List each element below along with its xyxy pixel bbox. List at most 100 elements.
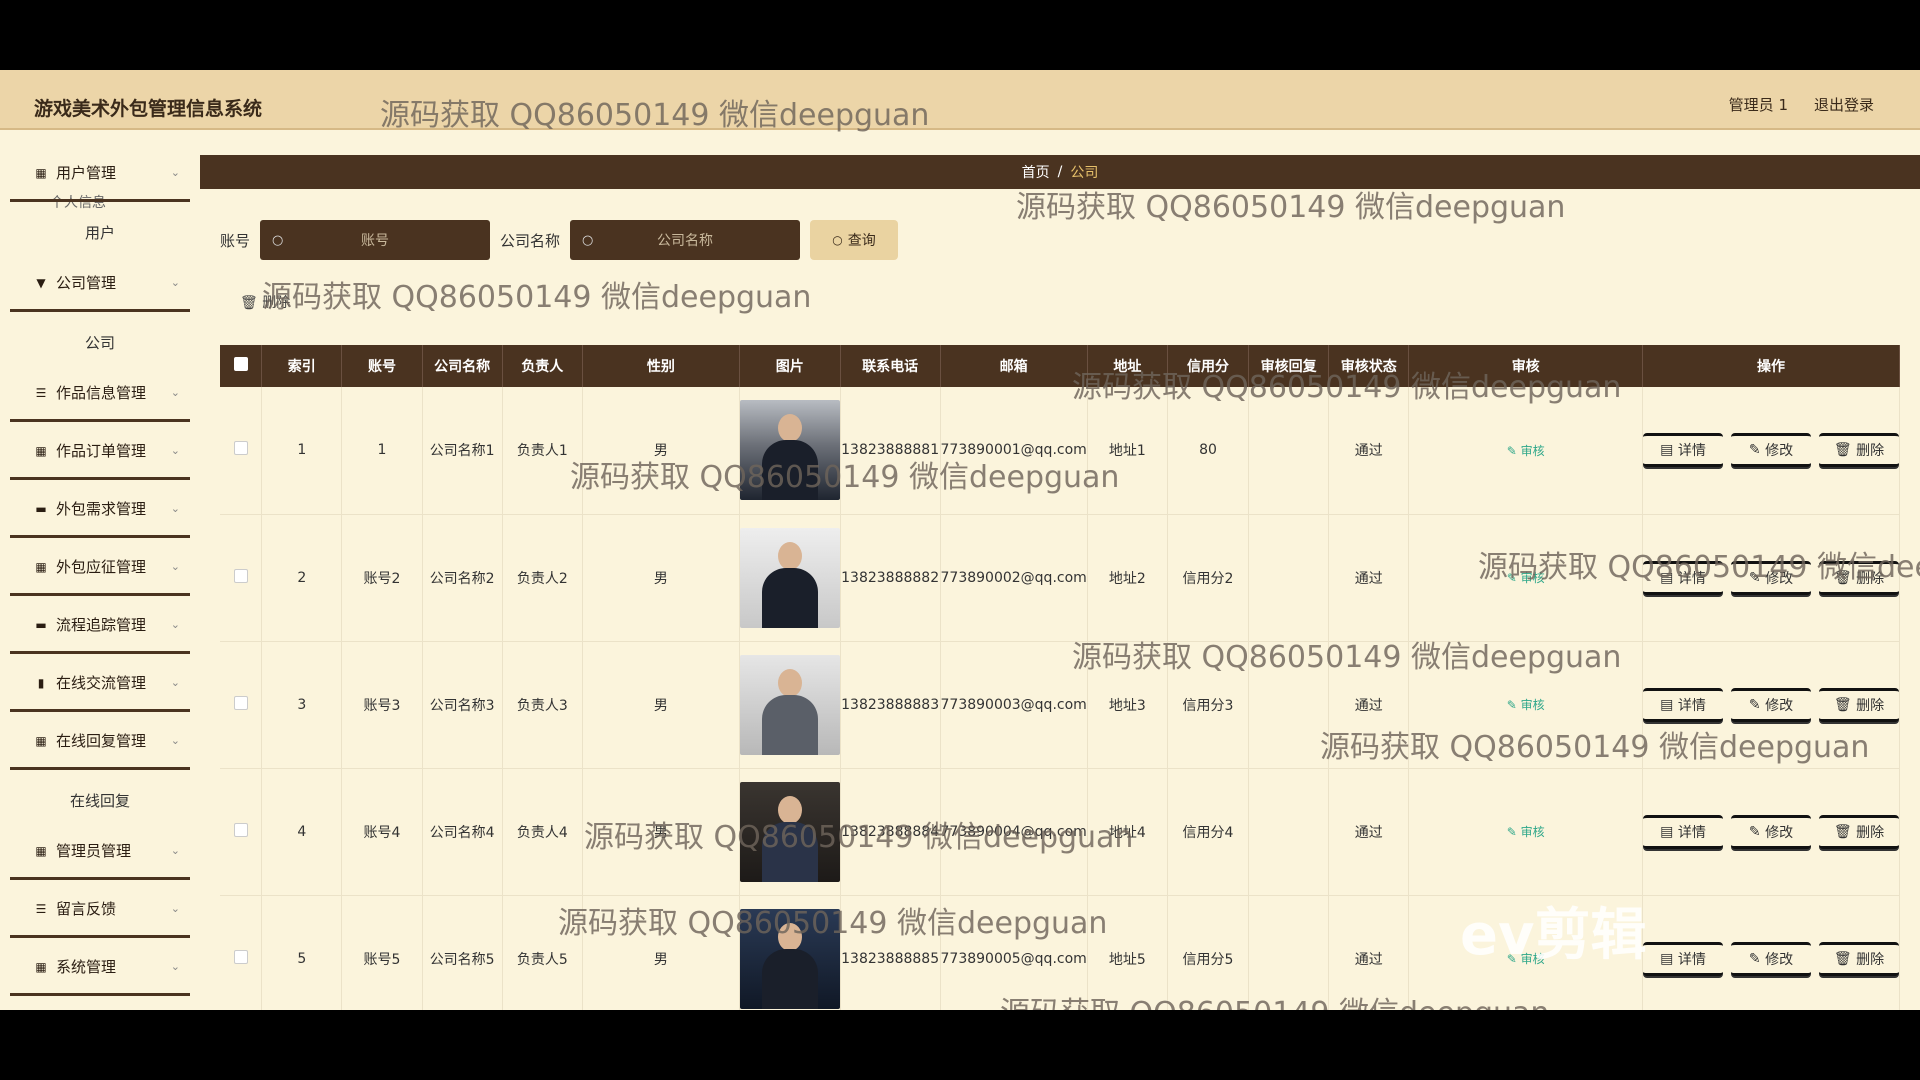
sidebar-subitem[interactable]: 在线回复: [10, 780, 190, 820]
breadcrumb-home[interactable]: 首页: [1022, 162, 1050, 182]
company-label: 公司名称: [500, 231, 561, 250]
edit-button[interactable]: ✎ 修改: [1731, 687, 1811, 722]
search-bar: 账号 ○ 账号 公司名称 ○ 公司名称 ○ 查询: [220, 220, 899, 260]
sidebar-item[interactable]: ☰ 作品信息管理 ⌄: [10, 366, 190, 422]
detail-button[interactable]: ▤ 详情: [1643, 433, 1723, 468]
audit-link[interactable]: ✎ 审核: [1507, 698, 1545, 712]
row-select-cell[interactable]: [220, 387, 263, 515]
top-bar: 游戏美术外包管理信息系统 管理员 1 退出登录: [0, 70, 1920, 130]
select-all-checkbox[interactable]: [233, 357, 248, 371]
sidebar-item[interactable]: ▼ 公司管理 ⌄: [10, 256, 190, 312]
table-row: 1 1 公司名称1 负责人1 男 13823888881 773890001@qq.com 地…: [220, 387, 1900, 515]
sidebar-item[interactable]: ▦ 作品订单管理 ⌄: [10, 424, 190, 480]
batch-delete-button[interactable]: 🗑 删除: [240, 292, 290, 312]
table-row: 5 账号5 公司名称5 负责人5 男 13823888885 773890005@qq.co…: [220, 895, 1900, 1010]
cell-audit[interactable]: ✎ 审核: [1408, 514, 1643, 642]
row-select-cell[interactable]: [220, 768, 263, 896]
audit-label: 审核: [1520, 825, 1545, 839]
audit-link[interactable]: ✎ 审核: [1507, 952, 1545, 966]
cell-gender: 男: [582, 641, 740, 769]
row-checkbox[interactable]: [233, 822, 248, 837]
row-select-cell[interactable]: [220, 895, 263, 1010]
sidebar-item-label: 用户管理: [56, 164, 117, 182]
delete-button[interactable]: 🗑 删除: [1819, 814, 1899, 849]
audit-link[interactable]: ✎ 审核: [1507, 571, 1545, 585]
sidebar-item[interactable]: ☰ 留言反馈 ⌄: [10, 882, 190, 938]
cell-ops: ▤ 详情 ✎ 修改 🗑 删除: [1642, 514, 1900, 642]
edit-button[interactable]: ✎ 修改: [1731, 560, 1811, 595]
detail-button[interactable]: ▤ 详情: [1643, 941, 1723, 976]
query-button-label: 查询: [847, 233, 876, 249]
grid-icon: ▦: [35, 733, 47, 748]
detail-button[interactable]: ▤ 详情: [1643, 814, 1723, 849]
row-checkbox[interactable]: [233, 695, 248, 710]
account-search-input[interactable]: ○ 账号: [260, 220, 491, 260]
cell-photo: [739, 641, 841, 769]
sidebar-subitem[interactable]: 用户: [10, 212, 190, 252]
cell-index: 1: [261, 387, 343, 515]
logout-link[interactable]: 退出登录: [1814, 94, 1874, 115]
column-header: 邮箱: [940, 345, 1088, 387]
current-user[interactable]: 管理员 1: [1729, 94, 1788, 115]
cell-photo: [739, 768, 841, 896]
edit-button[interactable]: ✎ 修改: [1731, 941, 1811, 976]
chevron-down-icon: ⌄: [170, 734, 180, 747]
row-checkbox[interactable]: [233, 949, 248, 964]
cell-audit[interactable]: ✎ 审核: [1408, 387, 1643, 515]
row-checkbox[interactable]: [233, 441, 248, 456]
sidebar-subitem[interactable]: 公司: [10, 322, 190, 362]
edit-icon: ✎: [1748, 950, 1766, 967]
account-label: 账号: [220, 231, 251, 250]
cell-account: 账号3: [341, 641, 423, 769]
cell-ops: ▤ 详情 ✎ 修改 🗑 删除: [1642, 768, 1900, 896]
sidebar-item[interactable]: ▦ 外包应征管理 ⌄: [10, 540, 190, 596]
row-select-cell[interactable]: [220, 514, 263, 642]
watermark-text: 源码获取 QQ86050149 微信deepguan: [262, 280, 812, 315]
sidebar-item[interactable]: ▦ 用户管理 ⌄: [10, 146, 190, 202]
sidebar-item-label: 公司管理: [56, 274, 117, 292]
edit-button[interactable]: ✎ 修改: [1731, 814, 1811, 849]
cell-ops: ▤ 详情 ✎ 修改 🗑 删除: [1642, 641, 1900, 769]
sidebar-item[interactable]: ▦ 系统管理 ⌄: [10, 940, 190, 996]
sidebar: 个人信息 ▦ 用户管理 ⌄ 用户 ▼ 公司管理 ⌄ 公司 ☰ 作品信息管理 ⌄ ▦ 作品订单管理 ⌄ ▬ 外包…: [0, 130, 200, 1010]
sidebar-item-label: 外包需求管理: [56, 500, 147, 518]
sidebar-item[interactable]: ▮ 在线交流管理 ⌄: [10, 656, 190, 712]
delete-label: 删除: [1856, 443, 1885, 460]
delete-button[interactable]: 🗑 删除: [1819, 687, 1899, 722]
audit-link[interactable]: ✎ 审核: [1507, 825, 1545, 839]
detail-label: 详情: [1677, 697, 1706, 714]
cell-account: 账号4: [341, 768, 423, 896]
cell-audit[interactable]: ✎ 审核: [1408, 641, 1643, 769]
sidebar-item[interactable]: ▦ 在线回复管理 ⌄: [10, 714, 190, 770]
company-photo: [739, 908, 840, 1009]
edit-button[interactable]: ✎ 修改: [1731, 433, 1811, 468]
cell-gender: 男: [582, 895, 740, 1010]
cell-gender: 男: [582, 387, 740, 515]
sidebar-subitem-label: 在线回复: [69, 791, 130, 810]
delete-button[interactable]: 🗑 删除: [1819, 433, 1899, 468]
row-checkbox[interactable]: [233, 568, 248, 583]
audit-label: 审核: [1520, 443, 1545, 458]
row-select-cell[interactable]: [220, 641, 263, 769]
detail-button[interactable]: ▤ 详情: [1643, 560, 1723, 595]
sidebar-item[interactable]: ▬ 外包需求管理 ⌄: [10, 482, 190, 538]
cell-address: 地址5: [1087, 895, 1168, 1010]
cell-audit[interactable]: ✎ 审核: [1408, 895, 1643, 1010]
query-button[interactable]: ○ 查询: [810, 220, 899, 260]
trash-icon: 🗑: [240, 295, 258, 311]
sidebar-item[interactable]: ▬ 流程追踪管理 ⌄: [10, 598, 190, 654]
select-all-cell[interactable]: [220, 345, 263, 387]
cell-reply: [1248, 641, 1330, 769]
cell-owner: 负责人2: [502, 514, 583, 642]
cell-audit[interactable]: ✎ 审核: [1408, 768, 1643, 896]
sidebar-item[interactable]: ▦ 管理员管理 ⌄: [10, 824, 190, 880]
cell-owner: 负责人5: [502, 895, 583, 1010]
company-search-input[interactable]: ○ 公司名称: [570, 220, 801, 260]
delete-button[interactable]: 🗑 删除: [1819, 560, 1899, 595]
company-photo: [739, 400, 840, 501]
delete-button[interactable]: 🗑 删除: [1819, 941, 1899, 976]
sidebar-item-label: 在线交流管理: [56, 674, 147, 692]
detail-button[interactable]: ▤ 详情: [1643, 687, 1723, 722]
audit-link[interactable]: ✎ 审核: [1507, 444, 1545, 458]
delete-label: 删除: [1856, 951, 1885, 968]
